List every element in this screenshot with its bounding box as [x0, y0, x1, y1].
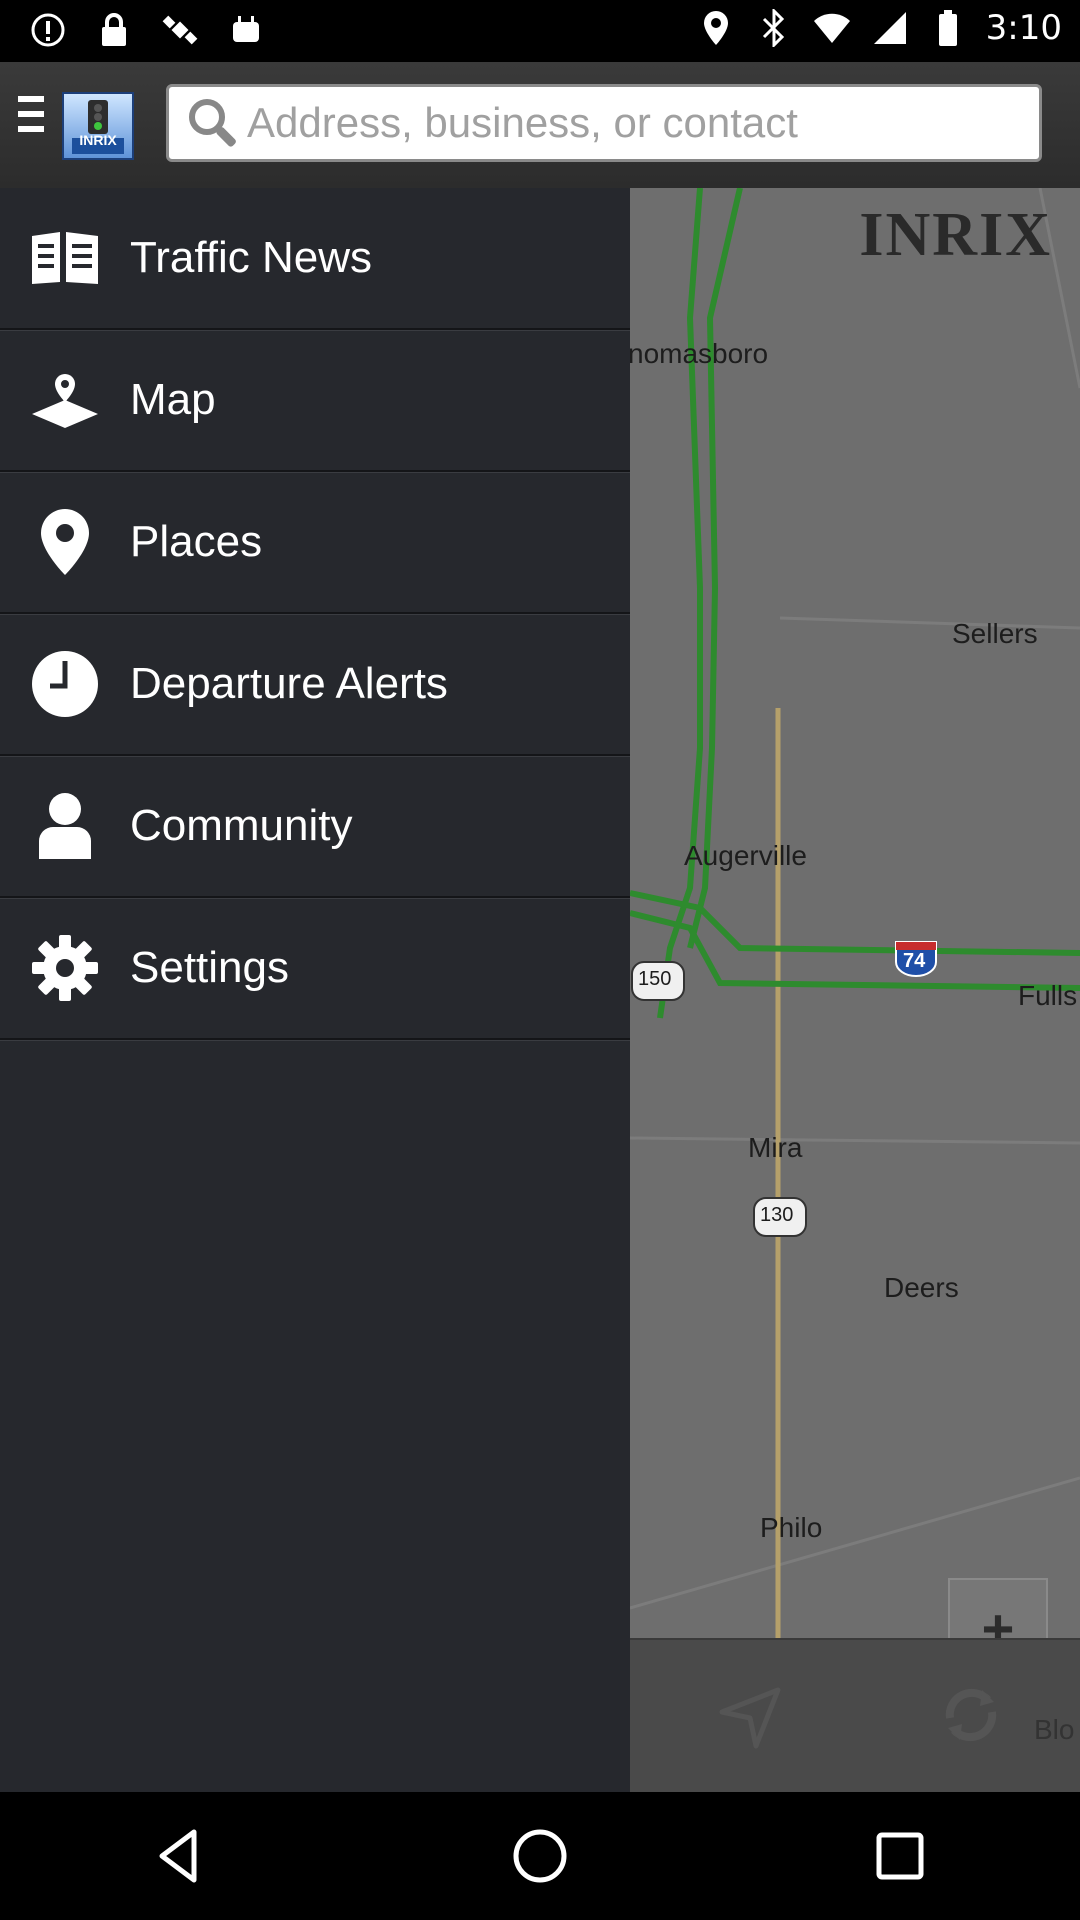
- drawer-item-label: Settings: [130, 943, 289, 992]
- clock-icon: [30, 649, 100, 719]
- map-pin-icon: [30, 365, 100, 435]
- app-header: INRIX: [0, 62, 1080, 190]
- newspaper-icon: [30, 223, 100, 293]
- map-label: Fulls: [1018, 980, 1078, 1011]
- app-logo[interactable]: INRIX: [62, 92, 134, 160]
- battery-icon: [928, 8, 968, 48]
- wifi-icon: [812, 8, 852, 48]
- recents-icon[interactable]: [860, 1816, 940, 1896]
- map-label: Blo: [1034, 1714, 1075, 1745]
- drawer-item-settings[interactable]: Settings: [0, 898, 630, 1040]
- route-label-150: 150: [638, 968, 672, 990]
- alert-icon: [28, 10, 68, 50]
- map-label: Philo: [760, 1512, 823, 1543]
- refresh-icon[interactable]: [936, 1680, 1006, 1750]
- map-label: nomasboro: [628, 338, 769, 369]
- person-icon: [30, 791, 100, 861]
- map-label: Deers: [884, 1272, 959, 1303]
- back-icon[interactable]: [140, 1816, 220, 1896]
- drawer-item-places[interactable]: Places: [0, 472, 630, 614]
- drawer-item-label: Community: [130, 801, 353, 850]
- search-input[interactable]: [245, 98, 1029, 148]
- gear-icon: [30, 933, 100, 1003]
- drawer-item-community[interactable]: Community: [0, 756, 630, 898]
- zoom-control: + −: [948, 1578, 1048, 1638]
- navigation-drawer: Traffic News Map Places Departure Alerts…: [0, 188, 630, 1792]
- route-label-130: 130: [760, 1204, 794, 1226]
- inrix-watermark: INRIX: [859, 201, 1052, 269]
- location-pin-icon: [30, 507, 100, 577]
- drawer-item-map[interactable]: Map: [0, 330, 630, 472]
- map-label: Augerville: [684, 840, 807, 871]
- system-nav-bar: [0, 1792, 1080, 1920]
- zoom-in-button[interactable]: +: [950, 1580, 1046, 1638]
- android-icon: [226, 10, 266, 50]
- home-icon[interactable]: [500, 1816, 580, 1896]
- drawer-item-label: Map: [130, 375, 216, 424]
- map-label: Sellers: [952, 618, 1038, 649]
- search-box[interactable]: [166, 84, 1042, 162]
- drawer-item-departure-alerts[interactable]: Departure Alerts: [0, 614, 630, 756]
- location-icon: [696, 8, 736, 48]
- search-icon: [183, 93, 243, 153]
- drawer-item-label: Traffic News: [130, 233, 373, 282]
- signal-icon: [870, 8, 910, 48]
- drawer-item-label: Departure Alerts: [130, 659, 448, 708]
- app-logo-text: INRIX: [79, 132, 117, 148]
- menu-toggle-icon[interactable]: [18, 96, 44, 140]
- status-bar: 3:10: [0, 0, 1080, 62]
- bluetooth-icon: [754, 8, 794, 48]
- status-time: 3:10: [985, 8, 1062, 48]
- lock-icon: [94, 10, 134, 50]
- route-label-74: 74: [903, 950, 926, 972]
- drawer-item-label: Places: [130, 517, 263, 566]
- drawer-item-traffic-news[interactable]: Traffic News: [0, 188, 630, 330]
- fake-gps-icon: [160, 10, 200, 50]
- navigate-icon[interactable]: [716, 1682, 786, 1752]
- map-label: Mira: [748, 1132, 803, 1163]
